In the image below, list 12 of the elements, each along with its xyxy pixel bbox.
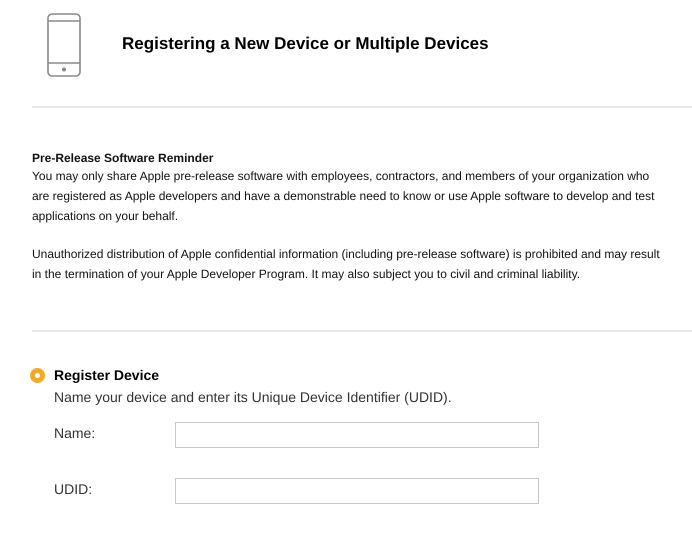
- field-label: UDID:: [54, 480, 94, 499]
- option-description: Name your device and enter its Unique Device Identifier (UDID).: [54, 388, 453, 407]
- reminder-paragraph: Unauthorized distribution of Apple confidential information (including pre-release software) is prohibited and may result in the termination of your Apple Developer Program. It may also subject you to civil and criminal liability.: [32, 246, 661, 283]
- input-field[interactable]: [175, 422, 539, 448]
- option-label: Register Device: [54, 366, 160, 385]
- smartphone-icon: [47, 13, 81, 77]
- radio-button[interactable]: [30, 368, 45, 383]
- input-field[interactable]: [175, 478, 539, 504]
- reminder-heading: Pre-Release Software Reminder: [32, 150, 214, 166]
- reminder-paragraph: You may only share Apple pre-release software with employees, contractors, and members of your organization who are registered as Apple developers and have a demonstrable need to know or use Apple software to develop and test applications on your behalf.: [32, 168, 656, 225]
- page-title: Registering a New Device or Multiple Devices: [122, 32, 489, 55]
- field-label: Name:: [54, 424, 96, 443]
